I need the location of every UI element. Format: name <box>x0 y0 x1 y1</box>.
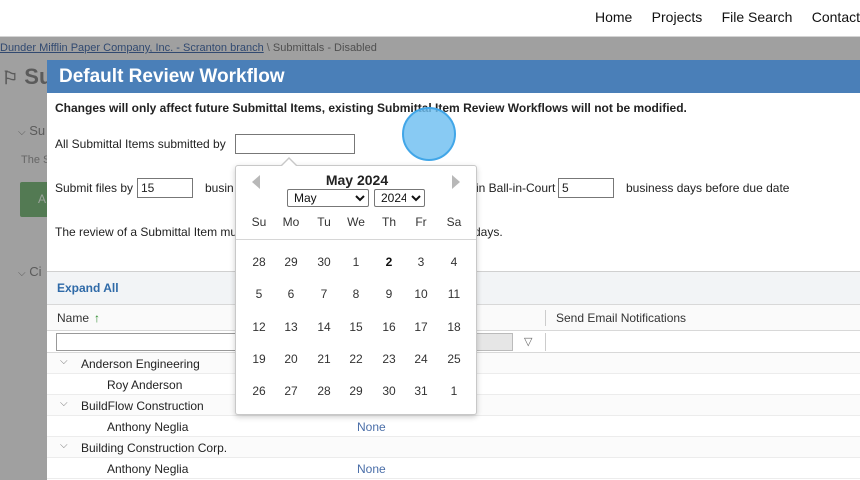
notification-setting[interactable]: None <box>357 420 386 434</box>
expand-all-link[interactable]: Expand All <box>57 281 119 295</box>
chevron-down-icon[interactable]: ⌵ <box>60 440 68 451</box>
calendar-day[interactable]: 24 <box>405 348 437 370</box>
ball-in-court-label: in Ball-in-Court <box>476 181 556 195</box>
calendar-day[interactable]: 29 <box>340 380 372 402</box>
calendar-day[interactable]: 27 <box>275 380 307 402</box>
column-name-label: Name <box>57 311 90 325</box>
top-navigation: Home Projects File Search Contact <box>0 0 860 37</box>
calendar-day[interactable]: 7 <box>308 283 340 305</box>
group-name: BuildFlow Construction <box>81 399 204 413</box>
chevron-down-icon[interactable]: ⌵ <box>60 398 68 409</box>
calendar-day[interactable]: 15 <box>340 316 372 338</box>
dialog-title: Default Review Workflow <box>59 66 285 87</box>
calendar-day[interactable]: 28 <box>308 380 340 402</box>
weekday-label: Su <box>251 215 267 229</box>
nav-projects[interactable]: Projects <box>652 9 703 25</box>
table-row[interactable]: Anthony Neglia None <box>47 458 860 479</box>
calendar-day[interactable]: 17 <box>405 316 437 338</box>
column-header-notifications[interactable]: Send Email Notifications <box>556 311 686 325</box>
calendar-day[interactable]: 29 <box>275 251 307 273</box>
submitted-by-label: All Submittal Items submitted by <box>55 137 226 151</box>
submit-files-by-label: Submit files by <box>55 181 134 195</box>
calendar-day[interactable]: 11 <box>438 283 470 305</box>
submitted-by-date-input[interactable] <box>235 134 355 154</box>
calendar-day[interactable]: 22 <box>340 348 372 370</box>
year-select[interactable]: 2024 <box>374 189 425 207</box>
calendar-day[interactable]: 12 <box>243 316 275 338</box>
group-row[interactable]: ⌵ Building Construction Corp. <box>47 437 860 458</box>
ball-in-court-days-input[interactable] <box>558 178 614 198</box>
nav-contact[interactable]: Contact <box>812 9 860 25</box>
review-text-start: The review of a Submittal Item mu <box>55 225 238 239</box>
chevron-down-icon[interactable]: ⌵ <box>60 356 68 367</box>
calendar-day[interactable]: 10 <box>405 283 437 305</box>
calendar-day[interactable]: 31 <box>405 380 437 402</box>
calendar-day[interactable]: 6 <box>275 283 307 305</box>
calendar-day[interactable]: 30 <box>373 380 405 402</box>
weekday-label: Tu <box>317 215 331 229</box>
datepicker: May 2024 JanFebMarAprMayJunJulAugSepOctN… <box>235 157 477 415</box>
calendar-day[interactable]: 5 <box>243 283 275 305</box>
column-separator <box>545 333 546 351</box>
calendar-day[interactable]: 9 <box>373 283 405 305</box>
datepicker-title: May 2024 <box>325 172 389 188</box>
submit-files-days-input[interactable] <box>137 178 193 198</box>
table-row[interactable]: Anthony Neglia None <box>47 416 860 437</box>
group-name: Building Construction Corp. <box>81 441 228 455</box>
nav-file-search[interactable]: File Search <box>722 9 793 25</box>
weekday-label: Sa <box>446 215 462 229</box>
calendar-day[interactable]: 18 <box>438 316 470 338</box>
weekday-label: Mo <box>282 215 300 229</box>
workflow-notice: Changes will only affect future Submitta… <box>55 101 687 115</box>
calendar-day[interactable]: 30 <box>308 251 340 273</box>
calendar-day[interactable]: 13 <box>275 316 307 338</box>
notification-setting[interactable]: None <box>357 462 386 476</box>
calendar-day[interactable]: 14 <box>308 316 340 338</box>
calendar-day[interactable]: 3 <box>405 251 437 273</box>
calendar-day[interactable]: 8 <box>340 283 372 305</box>
calendar-day[interactable]: 25 <box>438 348 470 370</box>
calendar-day[interactable]: 26 <box>243 380 275 402</box>
filter-funnel-icon[interactable]: ▽ <box>524 335 532 348</box>
month-select[interactable]: JanFebMarAprMayJunJulAugSepOctNovDec <box>287 189 369 207</box>
column-header-name[interactable]: Name ↑ <box>57 311 100 325</box>
calendar-day[interactable]: 16 <box>373 316 405 338</box>
datepicker-divider <box>236 239 476 240</box>
calendar-day[interactable]: 1 <box>438 380 470 402</box>
review-text-end: days. <box>474 225 503 239</box>
person-name: Roy Anderson <box>107 378 183 392</box>
business-days-before-due-label: business days before due date <box>626 181 790 195</box>
person-name: Anthony Neglia <box>107 420 189 434</box>
weekday-label: We <box>347 215 365 229</box>
nav-links: Home Projects File Search Contact <box>579 9 860 25</box>
person-name: Anthony Neglia <box>107 462 189 476</box>
column-separator <box>545 310 546 326</box>
nav-home[interactable]: Home <box>595 9 632 25</box>
calendar-day[interactable]: 28 <box>243 251 275 273</box>
weekday-label: Th <box>381 215 396 229</box>
calendar-day[interactable]: 23 <box>373 348 405 370</box>
weekday-label: Fr <box>415 215 427 229</box>
calendar-day[interactable]: 2 <box>373 251 405 273</box>
sort-ascending-icon: ↑ <box>94 311 101 325</box>
cursor-highlight <box>402 107 456 161</box>
dialog-header: Default Review Workflow <box>47 60 860 93</box>
datepicker-caret-fill <box>281 159 297 167</box>
group-name: Anderson Engineering <box>81 357 200 371</box>
calendar-day[interactable]: 4 <box>438 251 470 273</box>
business-label: busin <box>205 181 234 195</box>
calendar-day[interactable]: 21 <box>308 348 340 370</box>
calendar-day[interactable]: 20 <box>275 348 307 370</box>
calendar-day[interactable]: 1 <box>340 251 372 273</box>
calendar-day[interactable]: 19 <box>243 348 275 370</box>
